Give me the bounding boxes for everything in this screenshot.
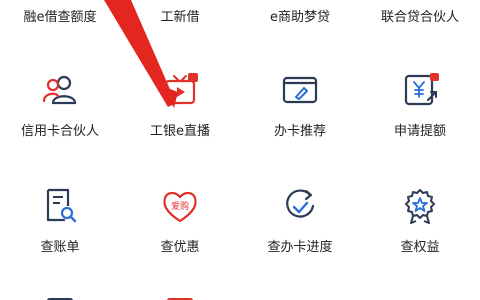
grid-item-card-recommend[interactable]: 办卡推荐 — [240, 70, 360, 140]
partner-people-icon — [40, 70, 80, 110]
live-tv-icon — [160, 70, 200, 110]
bill-search-icon — [40, 186, 80, 226]
grid-item-label: 申请提额 — [393, 124, 446, 139]
grid-item-label: 信用卡合伙人 — [20, 124, 99, 139]
grid-item-credit-partner[interactable]: 信用卡合伙人 — [0, 70, 120, 140]
grid-item-progress[interactable]: 查办卡进度 — [240, 186, 360, 256]
progress-check-icon — [280, 186, 320, 226]
grid-item-bill[interactable]: 查账单 — [0, 186, 120, 256]
grid-item-discount[interactable]: 爱购 查优惠 — [120, 186, 240, 256]
grid-item-live[interactable]: 工银e直播 — [120, 70, 240, 140]
grid-item-label: 查权益 — [400, 240, 440, 255]
card-pen-icon — [280, 70, 320, 110]
top-item-rongejie[interactable]: 融e借查额度 — [0, 10, 120, 26]
yuan-up-icon — [400, 70, 440, 110]
partial-row-icon — [160, 292, 200, 300]
heart-discount-icon: 爱购 — [160, 186, 200, 226]
grid-item-label: 查优惠 — [160, 240, 200, 255]
top-item-gongxinjie[interactable]: 工新借 — [120, 10, 240, 26]
screen: 融e借查额度 工新借 e商助梦贷 联合贷合伙人 信用卡合伙人 工银e直播 办卡推… — [0, 0, 480, 300]
top-item-eshang[interactable]: e商助梦贷 — [240, 10, 360, 26]
grid-item-label: 查账单 — [40, 240, 80, 255]
grid-item-rights[interactable]: 查权益 — [360, 186, 480, 256]
grid-item-label: 工银e直播 — [150, 124, 210, 139]
partial-row-icon — [40, 292, 80, 300]
grid-item-label: 办卡推荐 — [273, 124, 326, 139]
heart-icon-text: 爱购 — [171, 200, 189, 212]
grid-item-label: 查办卡进度 — [267, 240, 333, 255]
grid-item-raise-limit[interactable]: 申请提额 — [360, 70, 480, 140]
medal-star-icon — [400, 186, 440, 226]
top-item-lianhedai[interactable]: 联合贷合伙人 — [360, 10, 480, 26]
